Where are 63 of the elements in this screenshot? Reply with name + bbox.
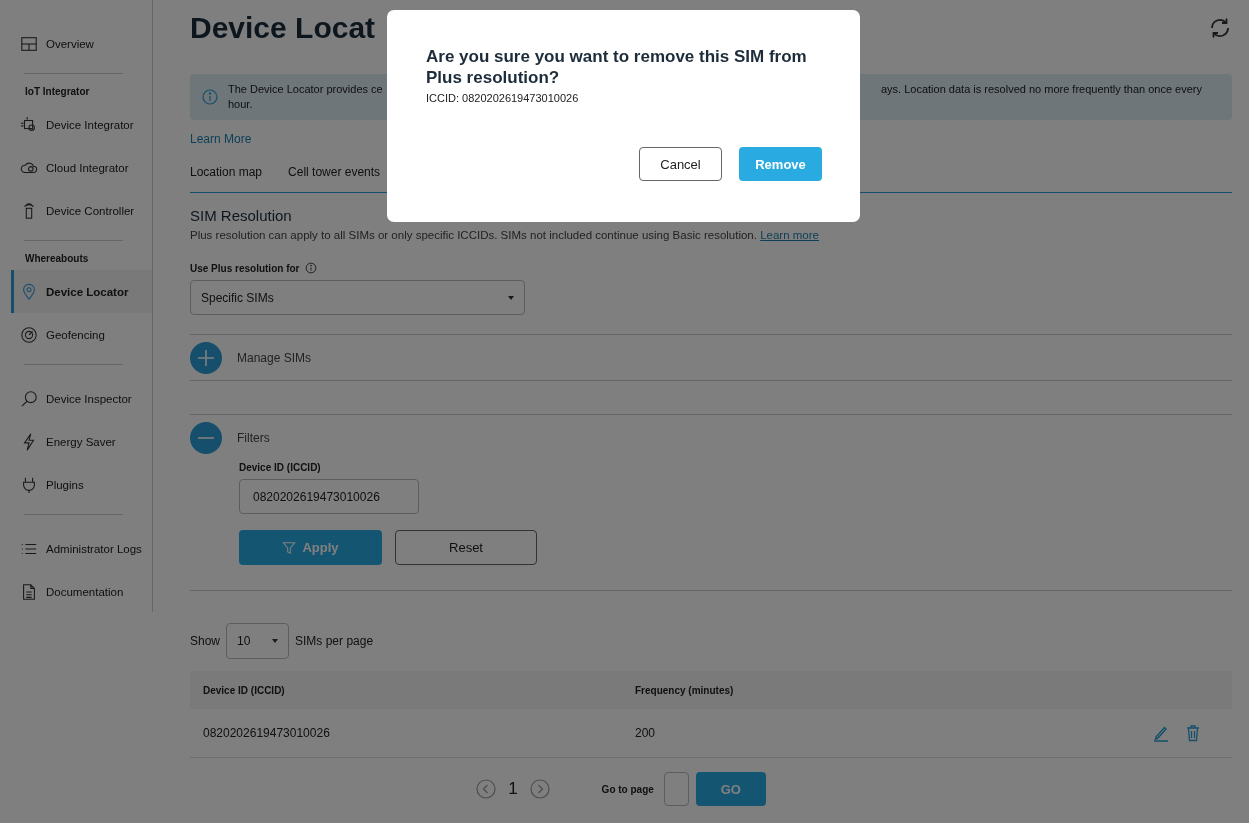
tab[interactable]: Cell tower events [288, 165, 381, 193]
expand-button[interactable] [190, 341, 222, 374]
sidebar-item[interactable]: Geofencing [11, 313, 152, 356]
reset-button[interactable]: Reset [395, 530, 537, 565]
sidebar-item[interactable]: Device Integrator [11, 103, 152, 146]
column-header: Device ID (ICCID) [203, 684, 286, 696]
sidebar-item[interactable]: Cloud Integrator [11, 146, 152, 189]
sidebar-item[interactable]: Documentation [11, 570, 152, 613]
table-cell-text: 200 [635, 726, 657, 740]
grid-icon [20, 34, 38, 53]
learn-more-link[interactable]: Learn more [760, 229, 819, 241]
show-label: Show [190, 634, 221, 648]
collapse-button[interactable] [190, 422, 222, 454]
edit-icon[interactable] [1152, 724, 1170, 742]
info-icon [305, 262, 318, 274]
page-number[interactable]: 1 [508, 779, 518, 799]
info-icon [202, 89, 218, 105]
remove-button[interactable]: Remove [739, 147, 822, 181]
description-text: Plus resolution can apply to all SIMs or only specific ICCIDs. SIMs not included continue using Basic resolution. Learn more [190, 229, 820, 241]
magnifier-icon [20, 389, 38, 408]
caret-icon [508, 295, 514, 300]
field-label: Use Plus resolution for [190, 262, 300, 274]
section-title: SIM Resolution [190, 207, 293, 224]
tab[interactable]: Location map [190, 165, 263, 193]
learn-more-link[interactable]: Learn More [190, 132, 252, 146]
chip-gear-icon [20, 115, 38, 134]
sidebar-item[interactable]: Device Controller [11, 189, 152, 232]
sidebar-heading: IoT Integrator [24, 86, 91, 99]
table-cell-text: 0820202619473010026 [203, 726, 331, 740]
section-label: Filters [237, 431, 270, 445]
sidebar-item[interactable]: Administrator Logs [11, 527, 152, 570]
page-size-dropdown[interactable]: 10 [226, 623, 290, 659]
caret-icon [272, 639, 279, 643]
resolution-dropdown[interactable]: Specific SIMs [190, 280, 525, 315]
sidebar-item[interactable]: Energy Saver [11, 420, 152, 463]
info-text: The Device Locator provides ce [228, 82, 383, 97]
map-pin-icon [20, 282, 38, 301]
page-field[interactable] [663, 772, 689, 806]
column-header: Frequency (minutes) [635, 684, 735, 696]
sidebar-item[interactable]: Plugins [11, 463, 152, 506]
cancel-button[interactable]: Cancel [639, 147, 722, 181]
per-page-label: SIMs per page [295, 634, 374, 648]
refresh-icon[interactable] [1208, 16, 1232, 40]
trash-icon[interactable] [1184, 724, 1202, 742]
sidebar-item[interactable]: Device Locator [11, 270, 152, 313]
page-title: Device Locat [190, 11, 376, 45]
go-to-page-label: Go to page [601, 783, 654, 795]
previous-page-button[interactable] [476, 779, 497, 799]
section-label: Manage SIMs [237, 350, 312, 365]
info-text: hour. [228, 97, 253, 112]
dialog-title: Are you sure you want to remove this SIM from Plus resolution? [426, 46, 808, 88]
sidebar-item[interactable]: Device Inspector [11, 377, 152, 420]
plug-icon [20, 475, 38, 494]
filter-icon [282, 540, 297, 555]
document-icon [20, 582, 38, 601]
device-id-field[interactable]: 0820202619473010026 [239, 479, 419, 514]
target-icon [20, 325, 38, 344]
sidebar-item[interactable]: Overview [11, 22, 152, 65]
dialog-text: ICCID: 0820202619473010026 [426, 92, 580, 104]
field-label: Device ID (ICCID) [239, 462, 322, 473]
next-page-button[interactable] [529, 779, 550, 799]
info-text: ays. Location data is resolved no more frequently than once every [880, 82, 1202, 97]
sidebar-heading: Whereabouts [24, 253, 90, 266]
